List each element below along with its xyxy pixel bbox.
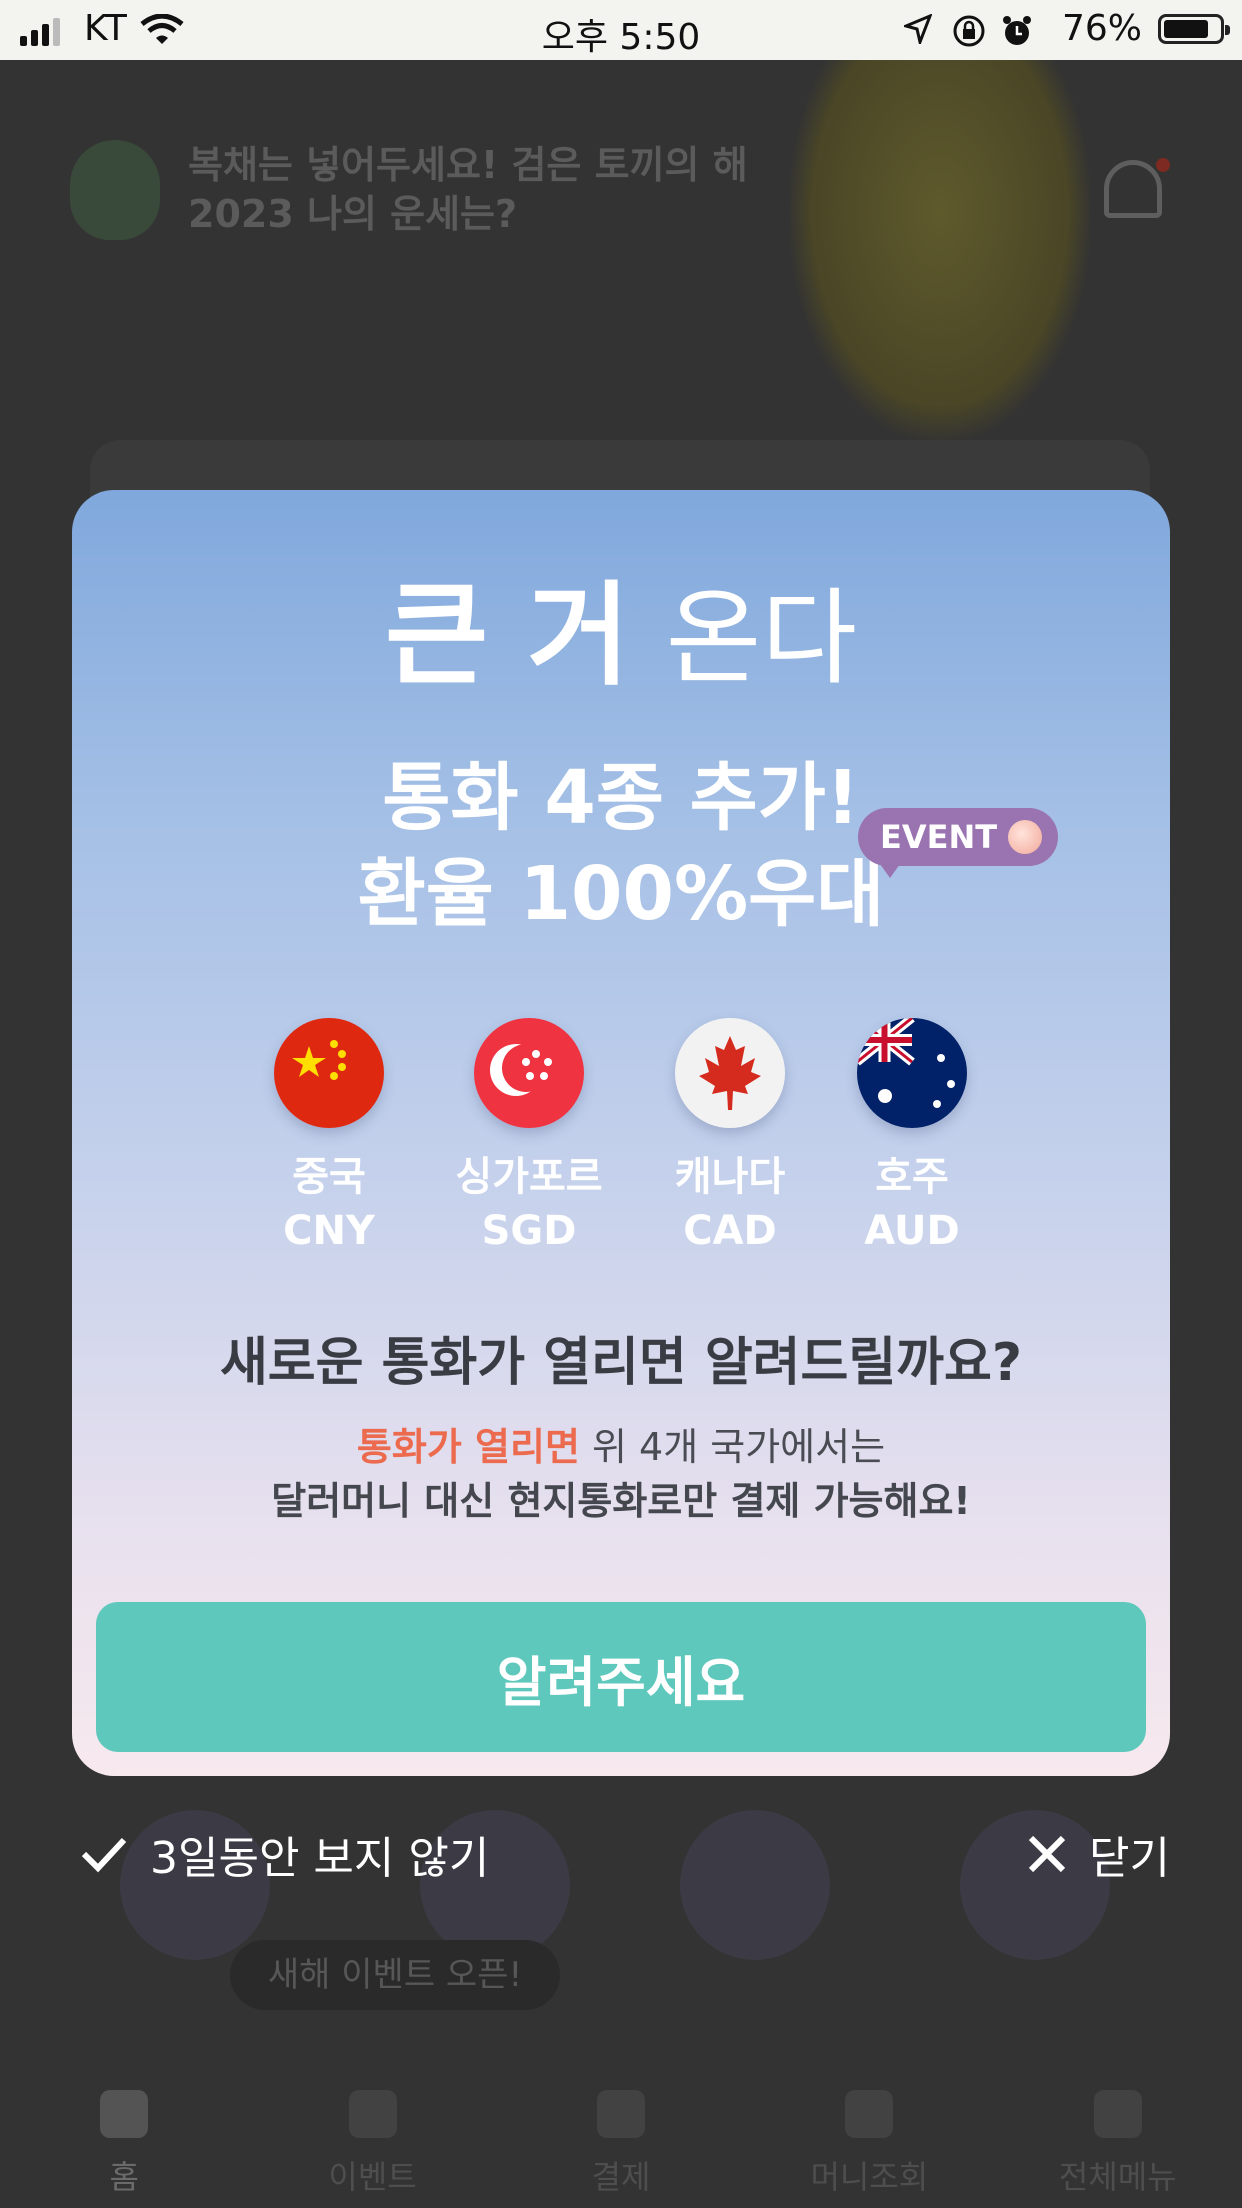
notice-line2: 달러머니 대신 현지통화로만 결제 가능해요! [271, 1479, 971, 1523]
location-icon [904, 14, 932, 44]
scan-icon [596, 2090, 645, 2138]
headline-bold: 큰 거 [384, 571, 631, 701]
clock-label: 오후 5:50 [541, 17, 701, 58]
notify-me-button[interactable]: 알려주세요 [96, 1602, 1146, 1752]
close-label: 닫기 [1089, 1833, 1170, 1884]
tab-bar: 홈 이벤트 결제 머니조회 전체메뉴 [0, 2090, 1242, 2198]
headline-light: 온다 [665, 577, 858, 699]
rabbit-mascot-image [790, 60, 1090, 440]
bell-icon [1104, 160, 1162, 218]
currency-code: SGD [481, 1208, 577, 1254]
currency-code: CAD [683, 1208, 777, 1254]
canada-flag-icon [675, 1018, 785, 1128]
banner-title-line1: 복채는 넣어두세요! 검은 토끼의 해 [188, 142, 748, 187]
tab-payment: 결제 [521, 2090, 721, 2198]
currency-item-cny: 중국 CNY [239, 1018, 419, 1258]
alarm-icon [1003, 16, 1031, 45]
currency-item-cad: 캐나다 CAD [640, 1018, 820, 1258]
tab-event: 이벤트 [273, 2090, 473, 2198]
banner-title-line2: 2023 나의 운세는? [188, 192, 518, 236]
coin-icon [845, 2090, 894, 2138]
event-chip: 새해 이벤트 오픈! [230, 1940, 560, 2010]
currency-name: 싱가포르 [455, 1154, 603, 1200]
close-button[interactable]: 닫기 [1027, 1822, 1170, 1886]
grid-icon [1093, 2090, 1142, 2138]
currency-event-modal: 큰 거 온다 통화 4종 추가! 환율 100%우대 EVENT 중국 CNY [72, 490, 1170, 1776]
currency-name: 중국 [292, 1154, 366, 1200]
dont-show-label: 3일동안 보지 않기 [150, 1833, 490, 1884]
star-icon [348, 2090, 397, 2138]
checkmark-icon [81, 1837, 127, 1873]
home-icon [100, 2090, 149, 2138]
notification-dot [1156, 158, 1170, 172]
close-icon [1028, 1835, 1066, 1873]
ticket-icon [680, 1810, 830, 1960]
notice-text: 통화가 열리면 위 4개 국가에서는 달러머니 대신 현지통화로만 결제 가능해… [72, 1420, 1170, 1528]
event-badge: EVENT [858, 808, 1058, 878]
tab-menu: 전체메뉴 [1018, 2090, 1218, 2198]
singapore-flag-icon [474, 1018, 584, 1128]
heart-icon [1008, 820, 1042, 854]
currency-name: 캐나다 [674, 1154, 786, 1200]
australia-flag-icon [857, 1018, 967, 1128]
modal-headline: 큰 거 온다 [72, 580, 1170, 692]
currency-code: CNY [283, 1208, 375, 1254]
currency-item-sgd: 싱가포르 SGD [439, 1018, 619, 1258]
balloon-icon [70, 140, 160, 240]
china-flag-icon [274, 1018, 384, 1128]
tab-money: 머니조회 [769, 2090, 969, 2198]
notice-rest: 위 4개 국가에서는 [579, 1425, 886, 1469]
notice-highlight: 통화가 열리면 [356, 1425, 580, 1469]
currency-code: AUD [864, 1208, 960, 1254]
currency-name: 호주 [875, 1154, 949, 1200]
promo-banner: 복채는 넣어두세요! 검은 토끼의 해 2023 나의 운세는? [70, 140, 748, 240]
tab-home: 홈 [24, 2090, 224, 2198]
currency-item-aud: 호주 AUD [822, 1018, 1002, 1258]
battery-percent: 76% [1061, 8, 1142, 49]
notify-question: 새로운 통화가 열리면 알려드릴까요? [219, 1333, 1023, 1393]
dont-show-3-days-toggle[interactable]: 3일동안 보지 않기 [80, 1822, 489, 1886]
status-bar: KT 오후 5:50 76% [0, 0, 1242, 60]
battery-icon [1158, 14, 1230, 44]
rotation-lock-icon [953, 15, 985, 47]
